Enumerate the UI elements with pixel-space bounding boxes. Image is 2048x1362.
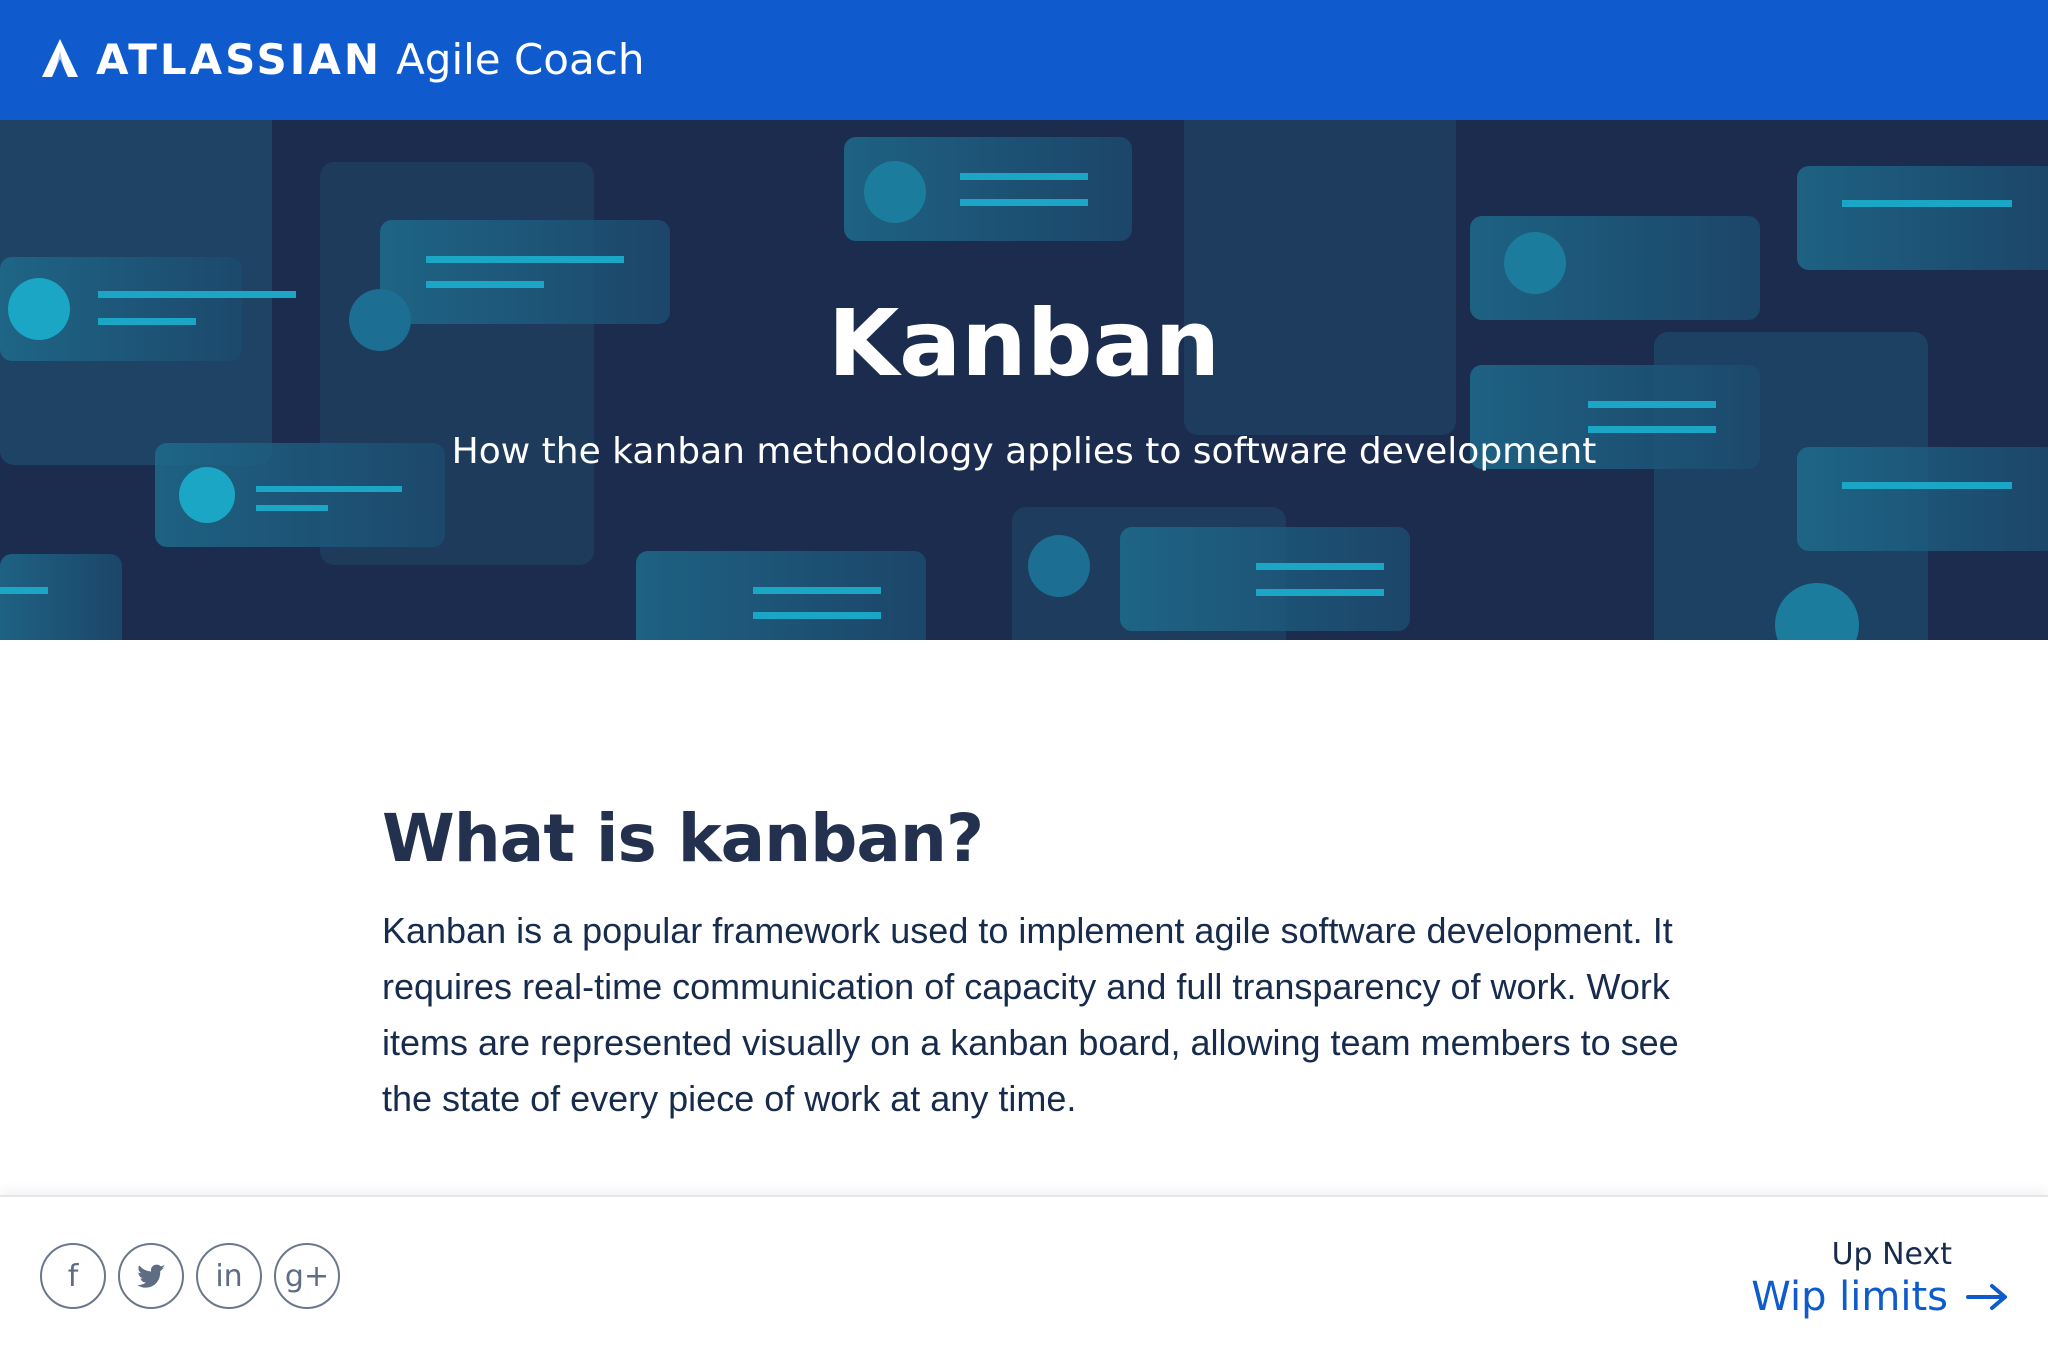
twitter-icon <box>137 1264 166 1288</box>
social-share-buttons: f in g+ <box>40 1243 352 1309</box>
page-title: Kanban <box>827 290 1221 397</box>
up-next: Up Next Wip limits <box>1751 1237 2010 1320</box>
next-article-title: Wip limits <box>1751 1274 1948 1320</box>
up-next-label: Up Next <box>1831 1237 1952 1272</box>
brand-name: ATLASSIAN <box>96 34 383 84</box>
hero-banner: Kanban How the kanban methodology applie… <box>0 120 2048 640</box>
top-nav-bar: ATLASSIAN Agile Coach <box>0 0 2048 120</box>
section-heading: What is kanban? <box>382 800 984 877</box>
arrow-right-icon <box>1966 1284 2007 1310</box>
google-plus-icon: g+ <box>284 1258 330 1294</box>
facebook-share-button[interactable]: f <box>40 1243 106 1309</box>
google-plus-share-button[interactable]: g+ <box>274 1243 340 1309</box>
bottom-share-bar: f in g+ Up Next Wip limits <box>0 1195 2048 1362</box>
twitter-share-button[interactable] <box>118 1243 184 1309</box>
brand-home-link[interactable]: ATLASSIAN Agile Coach <box>38 26 644 92</box>
atlassian-logo-icon <box>42 39 78 77</box>
product-name: Agile Coach <box>396 34 645 84</box>
linkedin-icon: in <box>215 1258 243 1294</box>
facebook-icon: f <box>67 1258 79 1294</box>
page-subtitle: How the kanban methodology applies to so… <box>451 431 1597 472</box>
linkedin-share-button[interactable]: in <box>196 1243 262 1309</box>
article-content: What is kanban? Kanban is a popular fram… <box>382 800 1682 1127</box>
next-article-link[interactable]: Wip limits <box>1751 1274 2010 1320</box>
section-paragraph: Kanban is a popular framework used to im… <box>382 910 1679 1119</box>
